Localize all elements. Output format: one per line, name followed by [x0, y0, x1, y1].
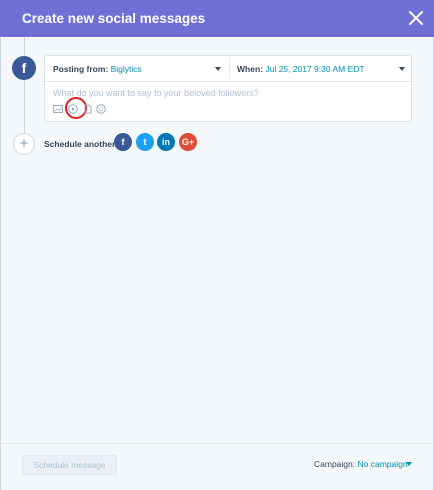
schedule-twitter-button[interactable]: t: [136, 133, 154, 151]
schedule-another-label: Schedule another:: [44, 139, 119, 149]
close-icon[interactable]: [407, 9, 425, 27]
when-chevron-down-icon[interactable]: [399, 67, 405, 71]
campaign-value: No campaign: [357, 459, 408, 469]
campaign-label: Campaign:: [314, 459, 356, 469]
posting-from-select[interactable]: Posting from: Biglytics: [53, 64, 142, 74]
schedule-google-plus-button[interactable]: G+: [179, 133, 197, 151]
header-divider: [229, 56, 230, 82]
message-card: Posting from: Biglytics When: Jul 25, 20…: [44, 55, 412, 122]
when-value: Jul 25, 2017 9:30 AM EDT: [265, 64, 365, 74]
emoji-icon[interactable]: [96, 104, 106, 114]
message-textarea[interactable]: What do you want to say to your beloved …: [53, 88, 259, 98]
facebook-icon: f: [12, 56, 36, 80]
modal-title: Create new social messages: [22, 11, 206, 26]
schedule-message-button[interactable]: Schedule message: [22, 455, 117, 475]
add-message-button[interactable]: +: [13, 133, 35, 155]
schedule-facebook-button[interactable]: f: [114, 133, 132, 151]
when-select[interactable]: When: Jul 25, 2017 9:30 AM EDT: [237, 64, 365, 74]
posting-from-label: Posting from:: [53, 64, 109, 74]
campaign-chevron-down-icon[interactable]: [406, 462, 412, 466]
message-card-header: Posting from: Biglytics When: Jul 25, 20…: [45, 56, 411, 82]
posting-from-value: Biglytics: [110, 64, 142, 74]
timeline-line: [24, 37, 25, 137]
campaign-select[interactable]: Campaign: No campaign: [314, 459, 408, 469]
schedule-linkedin-button[interactable]: in: [157, 133, 175, 151]
image-icon[interactable]: [53, 104, 63, 114]
file-icon[interactable]: [83, 104, 93, 114]
modal-header: Create new social messages: [0, 0, 434, 37]
posting-chevron-down-icon[interactable]: [215, 67, 221, 71]
when-label: When:: [237, 64, 263, 74]
